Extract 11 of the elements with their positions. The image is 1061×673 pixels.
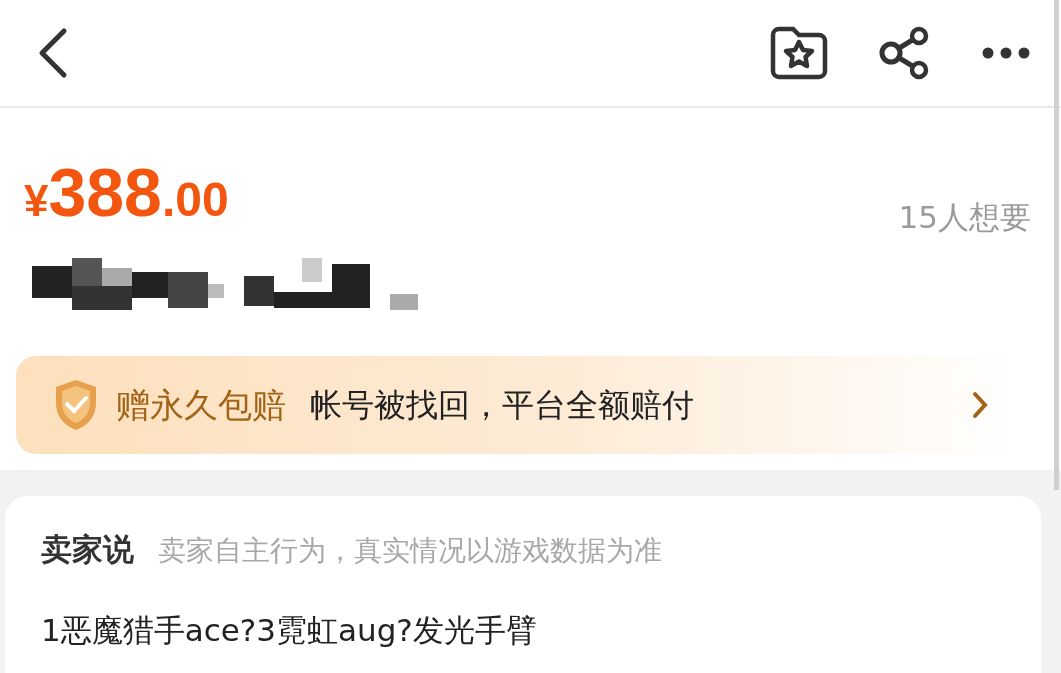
price-text: ¥388.00 <box>24 158 229 226</box>
favorite-folder-icon[interactable] <box>769 25 829 81</box>
seller-description: 1恶魔猎手ace?3霓虹aug?发光手臂 <box>41 610 538 650</box>
disclaimer-text: 卖家自主行为，真实情况以游戏数据为准 <box>158 533 662 569</box>
more-icon[interactable] <box>981 46 1031 60</box>
section-title: 卖家说 <box>41 530 134 569</box>
chevron-right-icon <box>972 391 988 419</box>
want-count: 15人想要 <box>898 198 1031 237</box>
guarantee-title: 赠永久包赔 <box>116 383 286 427</box>
guarantee-text: 帐号被找回，平台全额赔付 <box>310 385 694 426</box>
share-icon[interactable] <box>879 26 931 80</box>
